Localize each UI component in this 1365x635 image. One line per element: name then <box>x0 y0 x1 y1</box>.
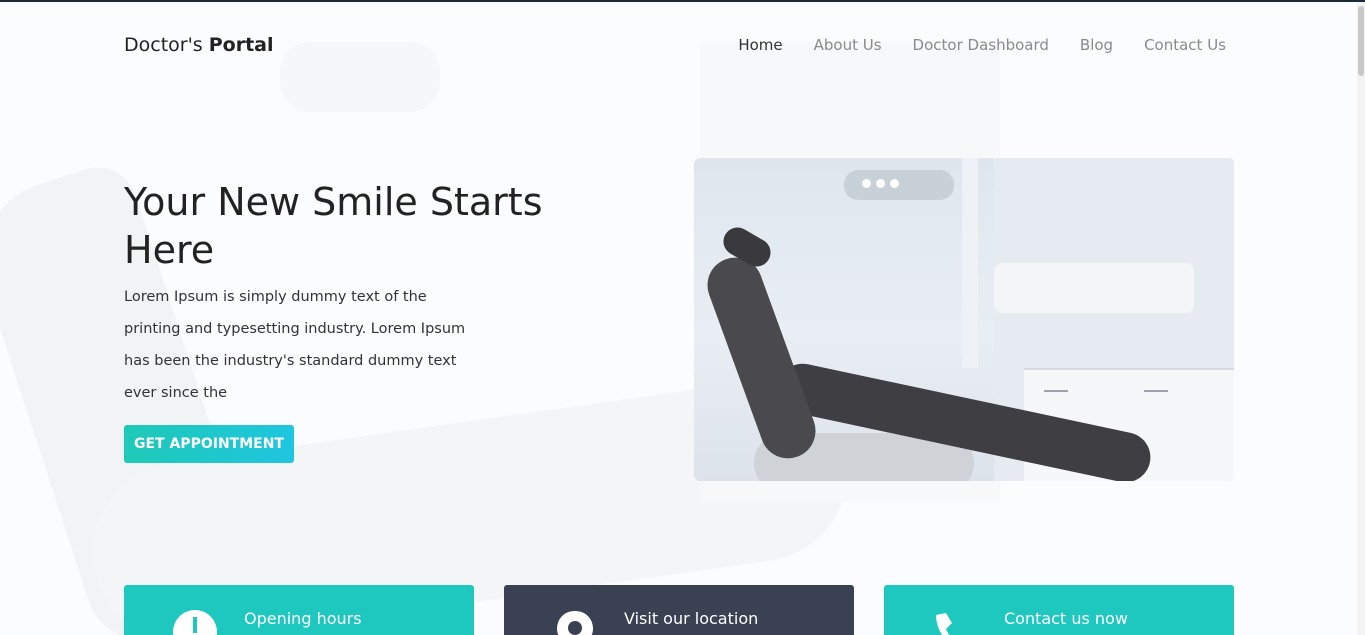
logo-text-light: Doctor's <box>124 34 209 56</box>
hero-title: Your New Smile Starts Here <box>124 180 543 272</box>
logo-text-bold: Portal <box>208 34 274 56</box>
contact-us-card[interactable]: Contact us now <box>884 585 1234 635</box>
opening-hours-card[interactable]: Opening hours <box>124 585 474 635</box>
clock-icon <box>173 610 217 635</box>
opening-hours-title: Opening hours <box>244 609 362 628</box>
page-scrollbar[interactable] <box>1357 2 1365 635</box>
visit-location-title: Visit our location <box>624 609 759 628</box>
hero-description: Lorem Ipsum is simply dummy text of the … <box>124 289 466 401</box>
nav-home[interactable]: Home <box>738 36 782 54</box>
phone-icon <box>936 613 952 635</box>
nav-about[interactable]: About Us <box>814 36 882 54</box>
contact-us-title: Contact us now <box>1004 609 1128 628</box>
nav-contact[interactable]: Contact Us <box>1144 36 1226 54</box>
dental-chair-photo <box>694 158 1234 481</box>
main-nav: Home About Us Doctor Dashboard Blog Cont… <box>738 36 1226 54</box>
nav-dashboard[interactable]: Doctor Dashboard <box>913 36 1049 54</box>
get-appointment-button[interactable]: GET APPOINTMENT <box>124 425 294 463</box>
nav-blog[interactable]: Blog <box>1080 36 1113 54</box>
visit-location-card[interactable]: Visit our location <box>504 585 854 635</box>
site-logo[interactable]: Doctor's Portal <box>124 34 274 56</box>
scrollbar-thumb[interactable] <box>1358 6 1364 76</box>
location-pin-icon <box>557 611 593 635</box>
